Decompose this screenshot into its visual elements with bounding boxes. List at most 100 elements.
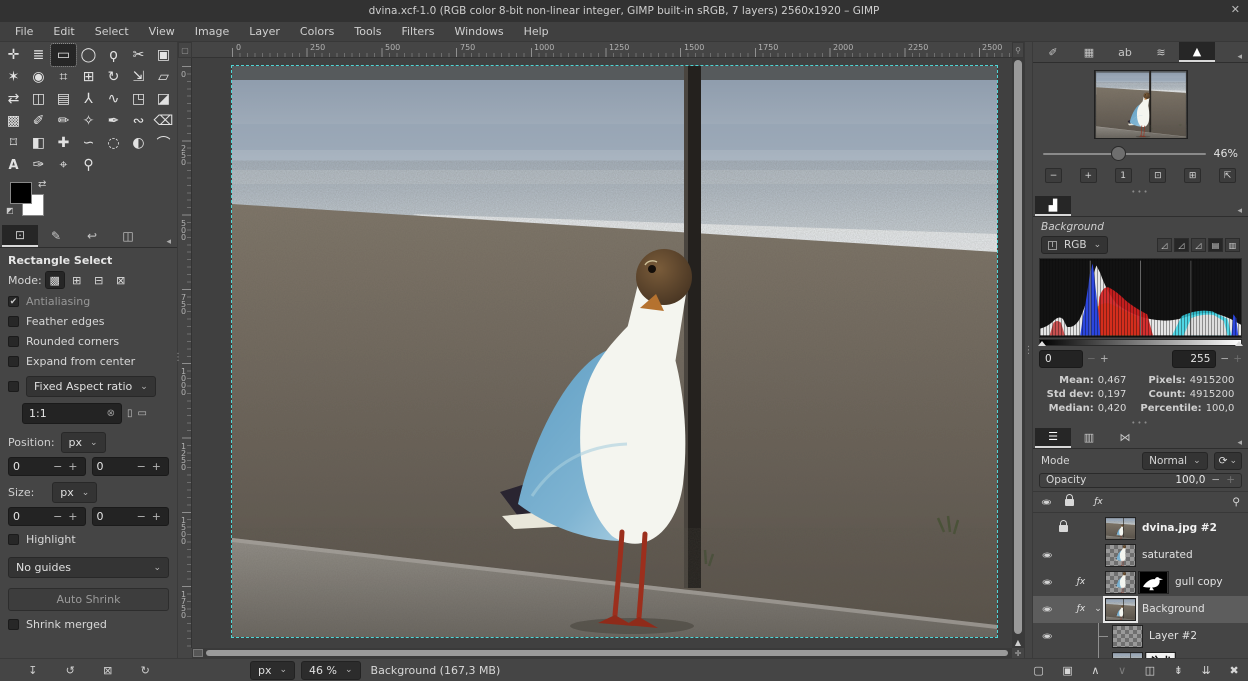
rotate-tool-icon[interactable]: ↻ bbox=[101, 66, 126, 88]
fx-badge[interactable]: ƒx bbox=[1071, 604, 1091, 614]
blur-sharpen-tool-icon[interactable]: ◌ bbox=[101, 132, 126, 154]
layer-thumbnail[interactable] bbox=[1112, 625, 1143, 648]
landscape-icon[interactable]: ▭ bbox=[138, 408, 147, 419]
paintbrush-tool-icon[interactable]: ✐ bbox=[26, 110, 51, 132]
highlight-checkbox[interactable] bbox=[8, 534, 19, 545]
tab-undo-history-icon[interactable]: ↩ bbox=[74, 225, 110, 247]
menu-help[interactable]: Help bbox=[515, 23, 558, 40]
close-icon[interactable]: ✕ bbox=[1231, 3, 1240, 16]
menu-edit[interactable]: Edit bbox=[44, 23, 83, 40]
text-tool-icon[interactable]: A bbox=[1, 154, 26, 176]
menu-tools[interactable]: Tools bbox=[345, 23, 390, 40]
layer-thumbnail[interactable] bbox=[1105, 571, 1136, 594]
size-width-input[interactable]: 0 −+ bbox=[8, 507, 86, 526]
minus-icon[interactable]: − bbox=[50, 460, 65, 473]
shrink-wrap-button[interactable]: ⇱ bbox=[1219, 168, 1236, 183]
fill-window-button[interactable]: ⊞ bbox=[1184, 168, 1201, 183]
tab-device-status-icon[interactable]: ✎ bbox=[38, 225, 74, 247]
plus-icon[interactable]: + bbox=[149, 460, 164, 473]
linear-toggle-icon[interactable]: ◿ bbox=[1157, 238, 1172, 252]
clone-tool-icon[interactable]: ⌑ bbox=[1, 132, 26, 154]
vertical-scrollbar[interactable]: ▲ bbox=[1012, 58, 1024, 648]
range-low-input[interactable]: 0 bbox=[1039, 350, 1083, 368]
menu-windows[interactable]: Windows bbox=[445, 23, 512, 40]
minus-icon[interactable]: − bbox=[1087, 353, 1096, 365]
zoom-corner-icon[interactable]: ⚲ bbox=[1012, 42, 1024, 58]
minus-icon[interactable]: − bbox=[134, 510, 149, 523]
flip-tool-icon[interactable]: ⇄ bbox=[1, 88, 26, 110]
opacity-slider[interactable]: Opacity 100,0 − + bbox=[1039, 473, 1242, 488]
horizontal-ruler[interactable]: 0 250 500 750 1000 1250 1500 1750 2000 2… bbox=[192, 42, 1012, 58]
range-low-marker[interactable] bbox=[1038, 341, 1046, 346]
smudge-tool-icon[interactable]: ∽ bbox=[76, 132, 101, 154]
position-x-input[interactable]: 0 −+ bbox=[8, 457, 86, 476]
panel-splitter-handle-icon[interactable]: ⋮ bbox=[173, 352, 183, 363]
eye-icon[interactable]: ◉ bbox=[1042, 632, 1052, 640]
free-select-tool-icon[interactable]: ϙ bbox=[101, 44, 126, 66]
anchor-layer-icon[interactable]: ⇊ bbox=[1202, 664, 1211, 677]
layer-thumbnail[interactable] bbox=[1112, 652, 1143, 658]
mode-subtract-button[interactable]: ⊟ bbox=[90, 272, 108, 288]
layer-name[interactable]: gull copy bbox=[1175, 576, 1223, 588]
size-unit-dropdown[interactable]: px ⌄ bbox=[52, 482, 97, 503]
position-unit-dropdown[interactable]: px ⌄ bbox=[61, 432, 106, 453]
scissors-select-tool-icon[interactable]: ✂ bbox=[126, 44, 151, 66]
mode-replace-button[interactable]: ▩ bbox=[46, 272, 64, 288]
blend-space-button[interactable]: ⟳ ⌄ bbox=[1214, 452, 1242, 470]
position-y-input[interactable]: 0 −+ bbox=[92, 457, 170, 476]
layer-row-selected[interactable]: ◉ ƒx ⌄ Background bbox=[1033, 596, 1248, 623]
range-high-input[interactable]: 255 bbox=[1172, 350, 1216, 368]
foreground-select-tool-icon[interactable]: ▣ bbox=[151, 44, 176, 66]
eye-icon[interactable]: ◉ bbox=[1042, 578, 1052, 586]
layer-name[interactable]: dvina.jpg #2 bbox=[1142, 522, 1217, 534]
save-tool-preset-icon[interactable]: ↧ bbox=[28, 664, 37, 677]
layer-name[interactable]: Layer #2 bbox=[1149, 630, 1197, 642]
plus-icon[interactable]: + bbox=[65, 460, 80, 473]
expand-from-center-checkbox[interactable] bbox=[8, 356, 19, 367]
layer-search-icon[interactable]: ⚲ bbox=[1232, 496, 1240, 508]
tab-fonts-icon[interactable]: ab bbox=[1107, 42, 1143, 62]
unit-dropdown[interactable]: px ⌄ bbox=[250, 661, 295, 680]
size-height-input[interactable]: 0 −+ bbox=[92, 507, 170, 526]
tab-gradients-icon[interactable]: ≋ bbox=[1143, 42, 1179, 62]
feather-edges-checkbox[interactable] bbox=[8, 316, 19, 327]
warp-transform-tool-icon[interactable]: ∿ bbox=[101, 88, 126, 110]
zoom-slider-knob[interactable] bbox=[1111, 146, 1126, 161]
n-point-deformation-tool-icon[interactable]: ⅄ bbox=[76, 88, 101, 110]
tab-images-icon[interactable]: ◫ bbox=[110, 225, 146, 247]
horizontal-scrollbar-thumb[interactable] bbox=[206, 650, 1008, 656]
horizontal-scrollbar[interactable] bbox=[192, 648, 1012, 658]
plus-icon[interactable]: + bbox=[1100, 353, 1109, 365]
duplicate-layer-icon[interactable]: ◫ bbox=[1145, 664, 1155, 677]
zoom-in-button[interactable]: + bbox=[1080, 168, 1097, 183]
dock-drag-handle[interactable]: ••• bbox=[1033, 416, 1248, 428]
minus-icon[interactable]: − bbox=[134, 460, 149, 473]
layer-row[interactable]: ◉ saturated bbox=[1033, 542, 1248, 569]
menu-image[interactable]: Image bbox=[186, 23, 238, 40]
aspect-ratio-input[interactable]: 1:1 ⊗ bbox=[22, 403, 122, 424]
scale-tool-icon[interactable]: ⇲ bbox=[126, 66, 151, 88]
3d-transform-tool-icon[interactable]: ◫ bbox=[26, 88, 51, 110]
channel-dropdown[interactable]: I RGB ⌄ bbox=[1041, 236, 1108, 254]
unified-transform-tool-icon[interactable]: ⊞ bbox=[76, 66, 101, 88]
move-tool-icon[interactable]: ✛ bbox=[1, 44, 26, 66]
dock-menu-icon[interactable]: ◂ bbox=[1233, 438, 1246, 448]
default-colors-icon[interactable]: ◩ bbox=[6, 206, 14, 215]
layer-mask-thumbnail[interactable] bbox=[1145, 652, 1176, 658]
quick-mask-toggle[interactable] bbox=[193, 649, 203, 657]
vertical-scrollbar-thumb[interactable] bbox=[1014, 60, 1022, 634]
mode-intersect-button[interactable]: ⊠ bbox=[112, 272, 130, 288]
fixed-checkbox[interactable] bbox=[8, 381, 19, 392]
plus-icon[interactable]: + bbox=[1226, 474, 1235, 486]
delete-tool-preset-icon[interactable]: ⊠ bbox=[103, 664, 112, 677]
mypaint-brush-tool-icon[interactable]: ∾ bbox=[126, 110, 151, 132]
delete-layer-icon[interactable]: ✖ bbox=[1229, 664, 1238, 677]
layer-name[interactable]: Background bbox=[1142, 603, 1205, 615]
heal-tool-icon[interactable]: ✚ bbox=[51, 132, 76, 154]
navigation-corner-icon[interactable]: ✛ bbox=[1012, 648, 1024, 658]
menu-layer[interactable]: Layer bbox=[240, 23, 289, 40]
histogram-graph[interactable] bbox=[1039, 258, 1242, 338]
minus-icon[interactable]: − bbox=[1220, 353, 1229, 365]
dodge-burn-tool-icon[interactable]: ◐ bbox=[126, 132, 151, 154]
reset-tool-preset-icon[interactable]: ↻ bbox=[141, 664, 150, 677]
